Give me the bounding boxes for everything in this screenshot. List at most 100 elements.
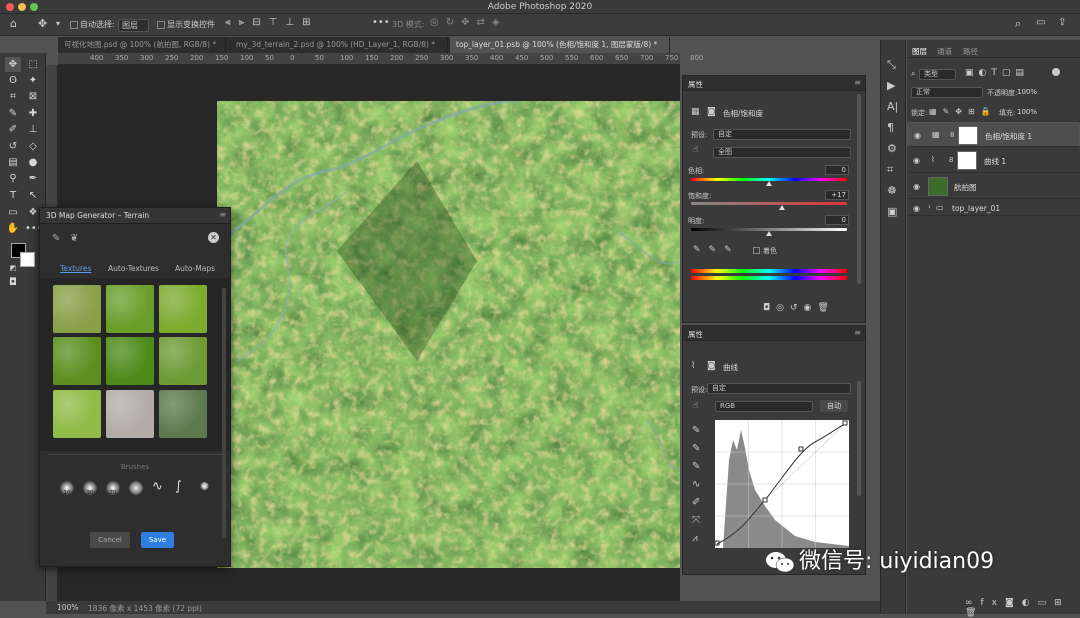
saturation-slider-thumb[interactable] — [779, 205, 785, 210]
tab-textures[interactable]: Textures — [60, 264, 91, 273]
eyedropper-icon[interactable]: ✎ — [5, 106, 21, 121]
brush-tool-icon[interactable]: ✐ — [5, 122, 21, 137]
visibility-eye-icon[interactable]: ◉ — [913, 156, 920, 165]
brush-icon[interactable]: ❦ — [70, 233, 78, 244]
magic-wand-icon[interactable]: ✦ — [25, 73, 41, 88]
layer-row[interactable]: ◉ ⌇ 8 曲线 1 — [907, 148, 1080, 173]
curve-tool-icons[interactable]: ✎ ✎ ✎ ∿ ✐ ⤧ ⩘ — [692, 422, 700, 548]
auto-select-dropdown[interactable]: 图层 — [118, 19, 149, 32]
search-icon[interactable]: ⌕ — [1015, 17, 1021, 31]
3d-mode-icons[interactable]: ◎↻✥⇄◈ — [430, 17, 507, 28]
stamp-tool-icon[interactable]: ⊥ — [25, 122, 41, 137]
layer-name[interactable]: top_layer_01 — [952, 204, 1000, 213]
preset-dropdown[interactable]: 自定 — [707, 383, 851, 394]
tab-layers[interactable]: 图层 — [912, 46, 927, 57]
home-icon[interactable]: ⌂ — [10, 17, 17, 30]
move-tool-icon[interactable]: ✥ — [38, 17, 47, 30]
targeted-adjust-icon[interactable]: ☝ — [693, 145, 698, 155]
default-colors-icon[interactable]: ◩ — [5, 261, 21, 276]
saturation-input[interactable]: +17 — [825, 190, 849, 200]
filter-type-dropdown[interactable]: 类型 — [919, 69, 956, 80]
marquee-tool-icon[interactable]: ⬚ — [25, 57, 41, 72]
brush-large[interactable]: 70 — [106, 481, 120, 496]
layers-footer-icons[interactable]: ∞fx◙◐▭⊞🗑 — [965, 598, 1080, 618]
texture-swatch[interactable] — [159, 337, 207, 385]
zoom-level[interactable]: 100% — [57, 603, 78, 612]
tab-doc-2[interactable]: my_3d_terrain_2.psd @ 100% (HD_Layer_1, … — [230, 37, 448, 53]
healing-brush-icon[interactable]: ✚ — [25, 106, 41, 121]
expand-chevron-icon[interactable]: › — [928, 203, 931, 211]
move-tool-icon[interactable]: ✥ — [5, 57, 21, 72]
quick-mask-icon[interactable]: ◘ — [5, 275, 21, 290]
dodge-tool-icon[interactable]: ⚲ — [5, 171, 21, 186]
texture-swatch[interactable] — [53, 285, 101, 333]
lock-icons[interactable]: ▦✎✥⊞🔒 — [929, 107, 997, 116]
eyedropper-icon[interactable]: ✎ — [52, 233, 60, 244]
layer-row[interactable]: ◉ ▦ 8 色相/饱和度 1 — [907, 122, 1080, 147]
texture-swatch[interactable] — [106, 337, 154, 385]
colorize-checkbox[interactable] — [753, 247, 760, 254]
tab-doc-3[interactable]: top_layer_01.psb @ 100% (色相/饱和度 1, 图层蒙版/… — [450, 37, 670, 53]
lightness-slider-thumb[interactable] — [766, 231, 772, 236]
layer-name[interactable]: 色相/饱和度 1 — [985, 131, 1032, 142]
layer-filter-icons[interactable]: ▣◐T▢▤ — [965, 68, 1029, 78]
layer-group-row[interactable]: ◉ › ▭ top_layer_01 — [907, 200, 1080, 216]
gradient-tool-icon[interactable]: ▤ — [5, 155, 21, 170]
curves-graph[interactable] — [715, 420, 849, 548]
rectangle-tool-icon[interactable]: ▭ — [5, 205, 21, 220]
layer-row[interactable]: ◉ 航拍图 — [907, 174, 1080, 199]
panel-footer-icons[interactable]: ◘◎↺◉🗑 — [763, 303, 835, 313]
eraser-tool-icon[interactable]: ◇ — [25, 139, 41, 154]
panel-menu-icon[interactable]: ≡ — [854, 328, 861, 337]
layer-name[interactable]: 航拍图 — [954, 182, 977, 193]
texture-swatch[interactable] — [106, 285, 154, 333]
saturation-slider[interactable] — [691, 202, 847, 205]
status-arrow-icon[interactable]: › — [196, 603, 199, 612]
texture-swatch[interactable] — [53, 390, 101, 438]
filter-toggle-icon[interactable] — [1052, 68, 1060, 76]
panel-icons[interactable]: ⤡ ▶ A| ¶ ⚙ ⌗ ☸ ▣ — [887, 54, 898, 222]
workspace-icon[interactable]: ▭ — [1036, 17, 1045, 28]
terrain-image[interactable] — [217, 101, 680, 568]
blur-tool-icon[interactable]: ● — [25, 155, 41, 170]
preset-dropdown[interactable]: 自定 — [713, 129, 851, 140]
tab-channels[interactable]: 通道 — [937, 46, 952, 57]
auto-select-checkbox[interactable] — [70, 21, 78, 29]
visibility-eye-icon[interactable]: ◉ — [913, 204, 920, 213]
brush-stroke-icon[interactable]: ∿ — [152, 479, 163, 494]
tab-doc-1[interactable]: 可视化地图.psd @ 100% (航拍图, RGB/8) * — [58, 37, 226, 53]
visibility-eye-icon[interactable]: ◉ — [913, 182, 920, 191]
type-tool-icon[interactable]: T — [5, 188, 21, 203]
texture-swatch[interactable] — [106, 390, 154, 438]
lasso-tool-icon[interactable]: ʘ — [5, 73, 21, 88]
fill-value[interactable]: 100% — [1017, 108, 1037, 116]
frame-tool-icon[interactable]: ⊠ — [25, 89, 41, 104]
brush-small[interactable]: 10 — [60, 481, 74, 496]
layer-mask-thumbnail[interactable] — [958, 126, 978, 145]
hue-slider-thumb[interactable] — [766, 181, 772, 186]
targeted-adjust-icon[interactable]: ☝ — [693, 401, 698, 411]
cancel-button[interactable]: Cancel — [90, 532, 130, 548]
share-icon[interactable]: ⇪ — [1058, 17, 1066, 28]
tab-auto-textures[interactable]: Auto-Textures — [108, 264, 159, 273]
crop-tool-icon[interactable]: ⌗ — [5, 89, 21, 104]
brush-soft[interactable] — [129, 481, 143, 495]
panel-menu-icon[interactable]: ≡ — [854, 78, 861, 87]
eyedropper-icons[interactable]: ✎✎✎ — [693, 245, 740, 255]
history-brush-icon[interactable]: ↺ — [5, 139, 21, 154]
align-icons[interactable]: ⫷⫸⊟⊤⊥⊞ — [225, 17, 318, 28]
texture-swatch[interactable] — [53, 337, 101, 385]
layer-thumbnail[interactable] — [928, 177, 948, 196]
save-button[interactable]: Save — [141, 532, 174, 548]
hue-input[interactable]: 0 — [825, 165, 849, 175]
brush-splatter-icon[interactable]: ✺ — [200, 480, 209, 493]
more-options-icon[interactable]: ••• — [372, 17, 390, 28]
brush-curve-icon[interactable]: ∫ — [175, 479, 182, 494]
pen-tool-icon[interactable]: ✒ — [25, 171, 41, 186]
plugin-menu-icon[interactable]: ≡ — [219, 210, 226, 219]
mask-icon[interactable]: ◙ — [707, 361, 716, 371]
show-transform-checkbox[interactable] — [157, 21, 165, 29]
mask-icon[interactable]: ◙ — [707, 107, 716, 117]
curves-scrollbar[interactable] — [857, 381, 861, 496]
blend-mode-dropdown[interactable]: 正常 — [911, 87, 983, 98]
